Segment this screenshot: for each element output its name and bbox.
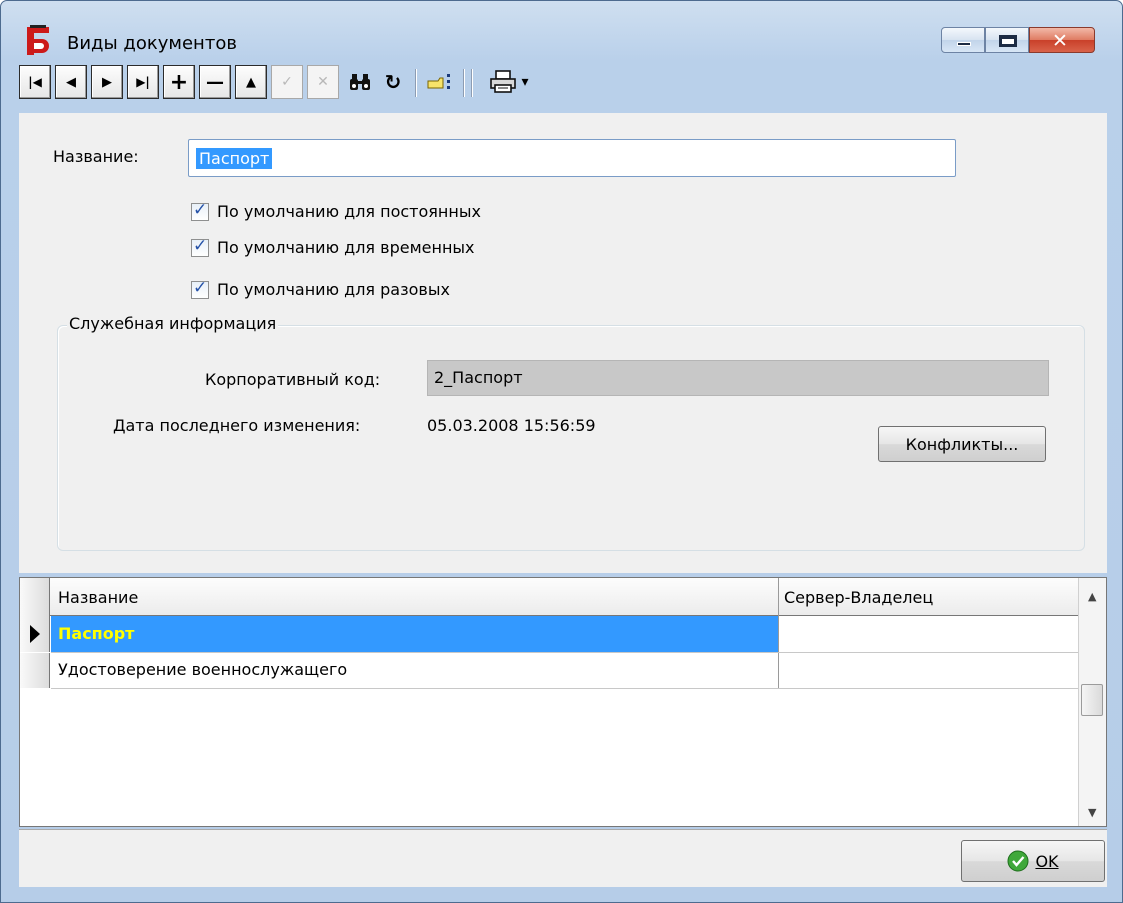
- grid-vertical-scrollbar[interactable]: ▲ ▼: [1078, 578, 1106, 826]
- default-permanent-checkbox[interactable]: ✓: [191, 200, 209, 221]
- last-record-button[interactable]: ▶|: [127, 65, 159, 99]
- close-icon: ✕: [1052, 30, 1068, 52]
- navigator-toolbar: |◀ ◀ ▶ ▶| + — ▲ ✓ ✕ ↻ ▾: [19, 65, 739, 105]
- header-indicator-cell: [20, 578, 50, 616]
- scroll-down-icon[interactable]: ▼: [1088, 806, 1096, 819]
- app-logo-icon: [27, 25, 49, 55]
- prev-icon: ◀: [66, 74, 76, 90]
- dropdown-arrow-icon: ▾: [521, 74, 529, 90]
- default-permanent-label: По умолчанию для постоянных: [217, 202, 481, 221]
- edit-form: Название: Паспорт ✓ По умолчанию для пос…: [19, 113, 1107, 573]
- refresh-button[interactable]: ↻: [379, 65, 407, 99]
- cancel-icon: ✕: [317, 74, 329, 90]
- current-row-arrow-icon: [30, 625, 40, 643]
- printer-icon: [490, 70, 517, 93]
- cancel-edit-button[interactable]: ✕: [307, 65, 339, 99]
- column-header-name[interactable]: Название: [58, 588, 138, 607]
- post-edit-button[interactable]: ✓: [271, 65, 303, 99]
- print-button[interactable]: ▾: [481, 65, 537, 99]
- row-indicator[interactable]: [20, 616, 50, 652]
- default-onetime-label: По умолчанию для разовых: [217, 280, 450, 299]
- ok-check-icon: [1007, 850, 1029, 872]
- default-temporary-label: По умолчанию для временных: [217, 238, 475, 257]
- title-bar[interactable]: Виды документов ✕: [1, 1, 1122, 55]
- corp-code-value: 2_Паспорт: [434, 368, 523, 387]
- first-record-button[interactable]: |◀: [19, 65, 51, 99]
- insert-record-button[interactable]: +: [163, 65, 195, 99]
- column-divider: [778, 578, 779, 688]
- last-icon: ▶|: [136, 75, 150, 89]
- maximize-icon: [999, 35, 1017, 47]
- next-icon: ▶: [102, 74, 112, 90]
- last-modified-value: 05.03.2008 15:56:59: [427, 416, 596, 435]
- scroll-thumb[interactable]: [1081, 684, 1103, 716]
- last-modified-label: Дата последнего изменения:: [113, 416, 361, 435]
- row-divider: [51, 652, 1078, 653]
- first-icon: |◀: [28, 75, 42, 89]
- check-icon: ✓: [193, 278, 208, 298]
- plus-icon: +: [169, 69, 189, 95]
- dialog-footer: OK: [19, 829, 1107, 887]
- table-row-name[interactable]: Паспорт: [58, 624, 134, 643]
- table-row-selected-highlight[interactable]: [51, 616, 778, 652]
- scroll-up-icon[interactable]: ▲: [1088, 590, 1096, 603]
- maximize-button[interactable]: [985, 27, 1029, 53]
- toolbar-separator: [463, 69, 465, 97]
- binoculars-icon: [350, 74, 370, 90]
- row-indicator[interactable]: [20, 653, 50, 688]
- delete-record-button[interactable]: —: [199, 65, 231, 99]
- up-icon: ▲: [246, 74, 256, 90]
- edit-record-button[interactable]: ▲: [235, 65, 267, 99]
- check-icon: ✓: [193, 200, 208, 220]
- name-label: Название:: [53, 147, 139, 166]
- ok-button[interactable]: OK: [961, 840, 1105, 882]
- minus-icon: —: [206, 71, 224, 93]
- window-title: Виды документов: [67, 33, 237, 54]
- close-button[interactable]: ✕: [1029, 27, 1095, 53]
- select-pointer-button[interactable]: [423, 65, 457, 99]
- default-temporary-checkbox[interactable]: ✓: [191, 236, 209, 257]
- toolbar-separator: [415, 69, 417, 97]
- name-input-value: Паспорт: [196, 148, 273, 169]
- checkmark-icon: ✓: [281, 74, 293, 90]
- refresh-icon: ↻: [384, 70, 402, 94]
- records-grid[interactable]: Название Сервер-Владелец Паспорт Удостов…: [19, 577, 1107, 827]
- minimize-icon: [957, 42, 971, 46]
- prior-record-button[interactable]: ◀: [55, 65, 87, 99]
- corp-code-label: Корпоративный код:: [205, 370, 381, 389]
- default-onetime-checkbox[interactable]: ✓: [191, 278, 209, 299]
- window: Виды документов ✕ |◀ ◀ ▶ ▶| + — ▲ ✓ ✕ ↻: [0, 0, 1123, 903]
- minimize-button[interactable]: [941, 27, 985, 53]
- table-row-name[interactable]: Удостоверение военнослужащего: [58, 660, 347, 679]
- pointer-list-icon: [427, 74, 450, 89]
- next-record-button[interactable]: ▶: [91, 65, 123, 99]
- service-info-legend: Служебная информация: [67, 314, 279, 333]
- name-input[interactable]: Паспорт: [188, 139, 956, 177]
- ok-button-label: OK: [1035, 851, 1059, 871]
- find-button[interactable]: [345, 65, 375, 99]
- check-icon: ✓: [193, 236, 208, 256]
- conflicts-button[interactable]: Конфликты...: [878, 426, 1046, 462]
- corp-code-field[interactable]: 2_Паспорт: [427, 360, 1049, 396]
- column-header-owner[interactable]: Сервер-Владелец: [784, 588, 933, 607]
- toolbar-separator: [471, 69, 473, 97]
- row-divider: [51, 688, 1078, 689]
